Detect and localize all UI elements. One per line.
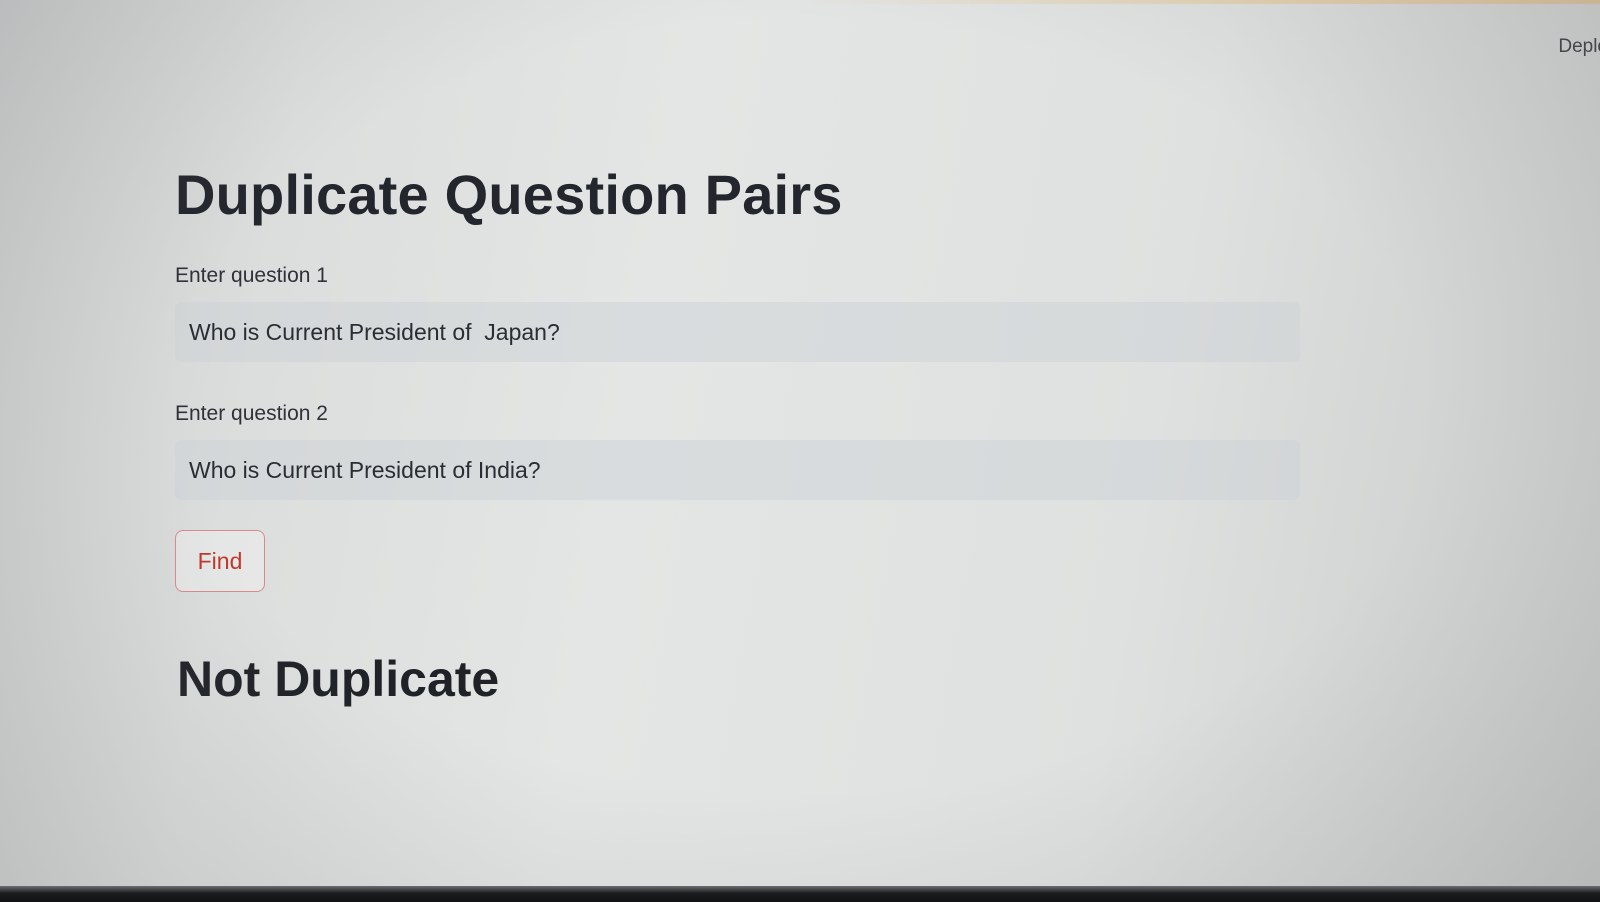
taskbar xyxy=(0,886,1600,902)
deploy-button[interactable]: Deplo xyxy=(1558,36,1600,58)
question2-input[interactable] xyxy=(175,440,1300,500)
main-content: Duplicate Question Pairs Enter question … xyxy=(175,160,1300,708)
find-button[interactable]: Find xyxy=(175,530,265,592)
result-text: Not Duplicate xyxy=(177,651,500,707)
question1-label: Enter question 1 xyxy=(175,264,328,287)
question2-label: Enter question 2 xyxy=(175,402,328,425)
top-accent-bar xyxy=(0,0,1600,4)
page-title: Duplicate Question Pairs xyxy=(175,163,843,226)
question1-input[interactable] xyxy=(175,302,1300,362)
